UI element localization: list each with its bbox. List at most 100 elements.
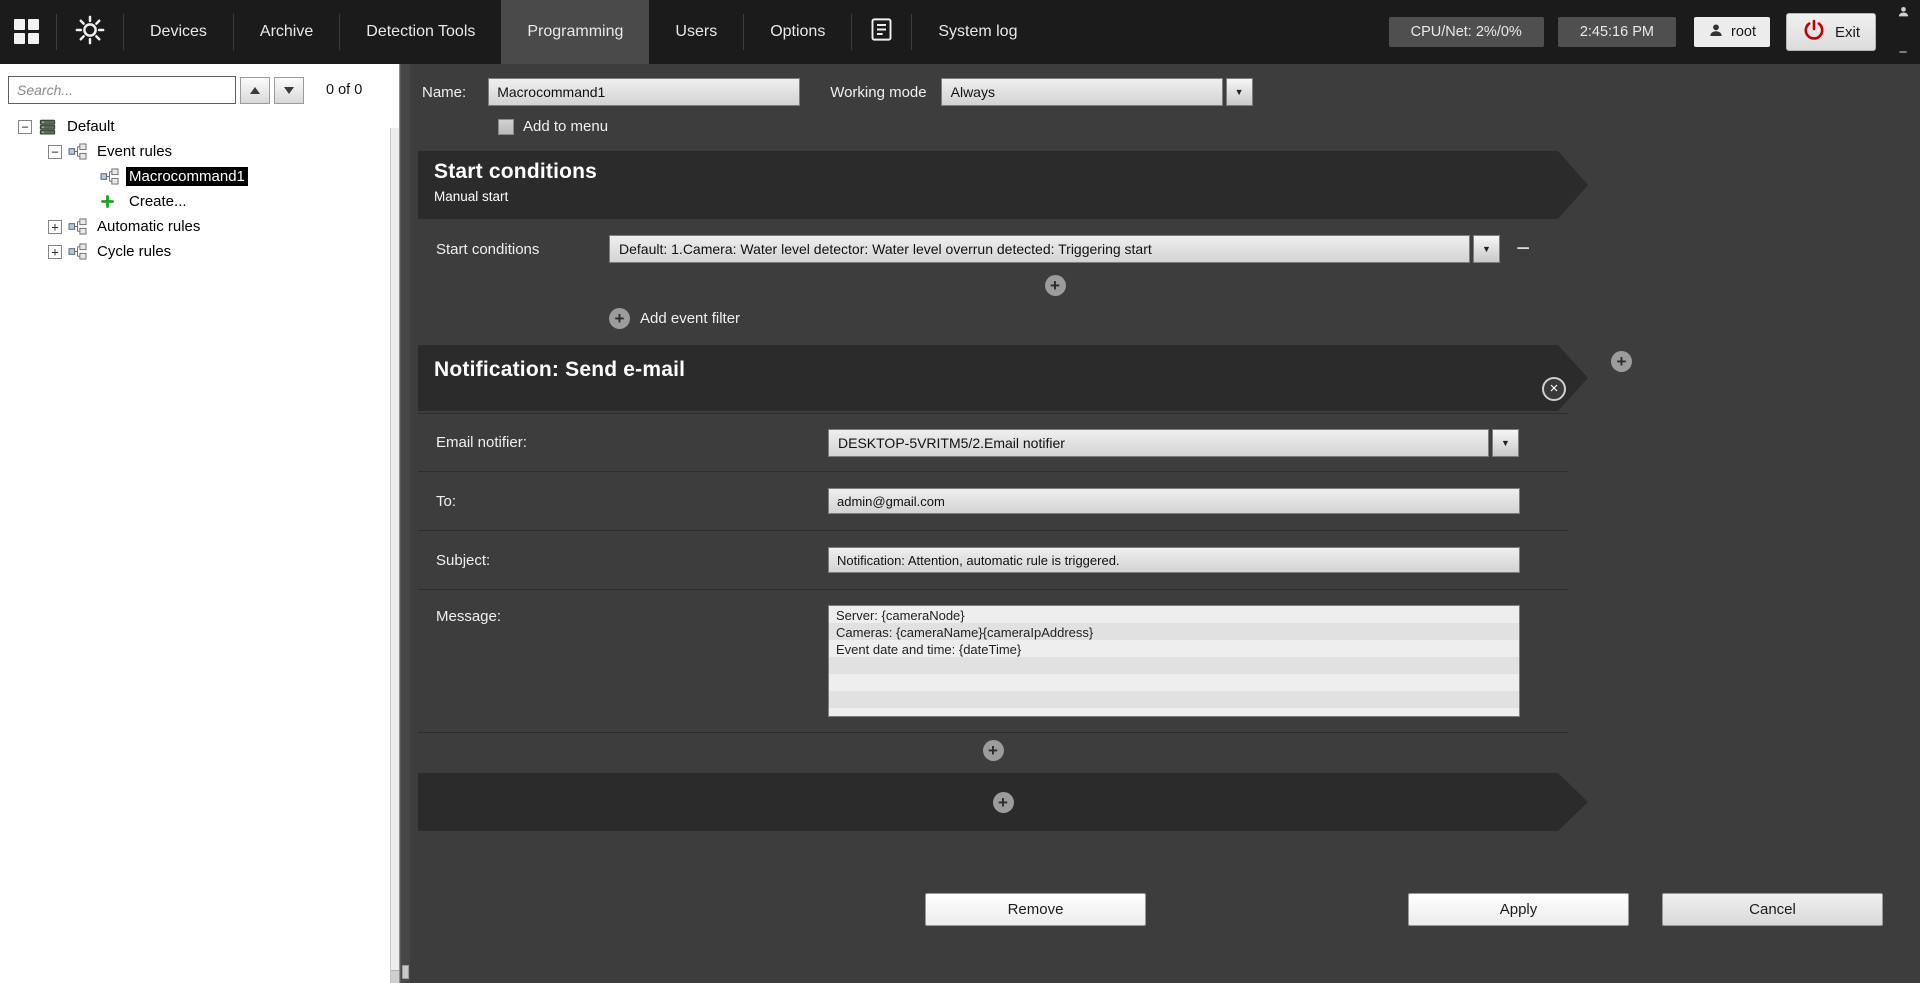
tree-item-label: Default — [64, 117, 118, 136]
remove-condition-icon[interactable]: − — [1516, 239, 1530, 259]
add-filter-plus-icon: + — [609, 308, 630, 329]
email-notifier-select[interactable]: DESKTOP-5VRITM5/2.Email notifier — [828, 429, 1489, 457]
rule-icon — [100, 168, 120, 186]
add-action-branch-plus-icon[interactable]: + — [1611, 351, 1632, 372]
tree-item-label: Event rules — [94, 142, 175, 161]
topbar-right-group: CPU/Net: 2%/0% 2:45:16 PM root — [1375, 3, 1920, 61]
message-label: Message: — [436, 590, 828, 625]
start-condition-select[interactable]: Default: 1.Camera: Water level detector:… — [609, 235, 1470, 263]
tab-programming[interactable]: Programming — [501, 0, 649, 64]
tree-item-cycle-rules[interactable]: + Cycle rules — [0, 239, 399, 264]
apply-button[interactable]: Apply — [1408, 893, 1629, 926]
tab-system-log[interactable]: System log — [912, 0, 1043, 64]
email-notifier-label: Email notifier: — [436, 434, 828, 451]
expand-toggle-icon[interactable]: + — [48, 245, 62, 259]
start-conditions-subtitle: Manual start — [434, 189, 1588, 204]
window-controls: − — [1892, 3, 1914, 61]
add-plus-icon — [100, 193, 120, 211]
tree-item-macrocommand1[interactable]: Macrocommand1 — [0, 164, 399, 189]
tree-item-default[interactable]: − Default — [0, 114, 399, 139]
minimize-icon[interactable]: − — [1899, 47, 1908, 59]
tree-item-label-selected: Macrocommand1 — [126, 167, 248, 186]
splitter-handle[interactable] — [402, 965, 409, 979]
search-prev-button[interactable] — [240, 77, 270, 104]
current-user-button[interactable]: root — [1694, 17, 1770, 47]
server-icon — [38, 118, 58, 136]
chevron-down-icon — [284, 87, 294, 94]
remove-action-close-icon[interactable]: × — [1542, 377, 1566, 401]
to-label: To: — [436, 493, 828, 510]
object-tree-sidebar: 0 of 0 − Default − — [0, 64, 400, 983]
subject-input[interactable] — [828, 547, 1520, 573]
message-textarea[interactable]: Server: {cameraNode} Cameras: {cameraNam… — [828, 605, 1520, 717]
notification-banner: Notification: Send e-mail — [418, 345, 1588, 411]
tab-detection-tools[interactable]: Detection Tools — [340, 0, 501, 64]
working-mode-dropdown-button[interactable]: ▼ — [1226, 78, 1253, 106]
email-notification-form: Email notifier: DESKTOP-5VRITM5/2.Email … — [418, 413, 1568, 767]
to-input[interactable] — [828, 488, 1520, 514]
add-event-filter-button[interactable]: + Add event filter — [609, 308, 1588, 329]
subject-label: Subject: — [436, 552, 828, 569]
tab-devices[interactable]: Devices — [124, 0, 233, 64]
app-window: Devices Archive Detection Tools Programm… — [0, 0, 1920, 983]
system-log-icon-button[interactable] — [852, 16, 911, 48]
tree-item-create[interactable]: Create... — [0, 189, 399, 214]
cancel-button[interactable]: Cancel — [1662, 893, 1883, 926]
subject-row: Subject: — [418, 531, 1568, 590]
tree-item-event-rules[interactable]: − Event rules — [0, 139, 399, 164]
panel-splitter[interactable] — [400, 64, 410, 983]
exit-label: Exit — [1835, 24, 1860, 41]
name-label: Name: — [422, 84, 466, 101]
mini-user-icon[interactable] — [1897, 5, 1910, 23]
message-line: Event date and time: {dateTime} — [836, 641, 1512, 658]
collapse-toggle-icon[interactable]: − — [18, 120, 32, 134]
add-action-banner: + — [418, 773, 1588, 831]
search-result-count: 0 of 0 — [326, 82, 362, 98]
add-form-field-row: + — [418, 733, 1568, 767]
tab-users[interactable]: Users — [649, 0, 743, 64]
add-condition-plus-icon[interactable]: + — [1045, 275, 1066, 296]
email-notifier-dropdown-button[interactable]: ▼ — [1492, 429, 1519, 457]
start-condition-dropdown-button[interactable]: ▼ — [1473, 235, 1500, 263]
working-mode-label: Working mode — [830, 84, 926, 101]
chevron-up-icon — [250, 87, 260, 94]
add-action-plus-icon[interactable]: + — [993, 792, 1014, 813]
tree-item-label: Create... — [126, 192, 190, 211]
add-to-menu-row: Add to menu — [498, 118, 1588, 135]
sidebar-scrollbar[interactable] — [390, 128, 399, 983]
report-icon — [868, 16, 895, 48]
page-body: 0 of 0 − Default − — [0, 64, 1920, 983]
tree-item-automatic-rules[interactable]: + Automatic rules — [0, 214, 399, 239]
settings-button[interactable] — [57, 15, 123, 50]
expand-toggle-icon[interactable]: + — [48, 220, 62, 234]
collapse-toggle-icon[interactable]: − — [48, 145, 62, 159]
search-input[interactable] — [8, 76, 236, 104]
scrollbar-corner — [391, 970, 399, 983]
user-icon — [1708, 22, 1724, 42]
add-form-field-plus-icon[interactable]: + — [983, 740, 1004, 761]
add-to-menu-label: Add to menu — [523, 118, 608, 135]
tree-item-label: Cycle rules — [94, 242, 174, 261]
dropdown-arrow-icon: ▼ — [1501, 438, 1510, 448]
search-next-button[interactable] — [274, 77, 304, 104]
start-conditions-banner: Start conditions Manual start — [418, 151, 1588, 219]
name-input[interactable] — [488, 78, 800, 106]
add-to-menu-checkbox[interactable] — [498, 119, 514, 135]
username-label: root — [1731, 24, 1756, 40]
layout-grid-icon[interactable] — [14, 19, 40, 45]
working-mode-select[interactable]: Always — [941, 78, 1223, 106]
exit-button[interactable]: Exit — [1786, 13, 1876, 51]
add-condition-row: + — [609, 275, 1501, 296]
message-row: Message: Server: {cameraNode} Cameras: {… — [418, 590, 1568, 733]
dropdown-arrow-icon: ▼ — [1235, 87, 1244, 97]
remove-button[interactable]: Remove — [925, 893, 1146, 926]
clock-badge: 2:45:16 PM — [1558, 17, 1676, 47]
to-row: To: — [418, 472, 1568, 531]
top-bar: Devices Archive Detection Tools Programm… — [0, 0, 1920, 64]
tab-archive[interactable]: Archive — [234, 0, 339, 64]
tab-options[interactable]: Options — [744, 0, 851, 64]
rule-icon — [68, 143, 88, 161]
power-icon — [1802, 18, 1826, 46]
tree-search-row: 0 of 0 — [8, 76, 391, 104]
start-condition-row: Start conditions Default: 1.Camera: Wate… — [436, 235, 1588, 263]
